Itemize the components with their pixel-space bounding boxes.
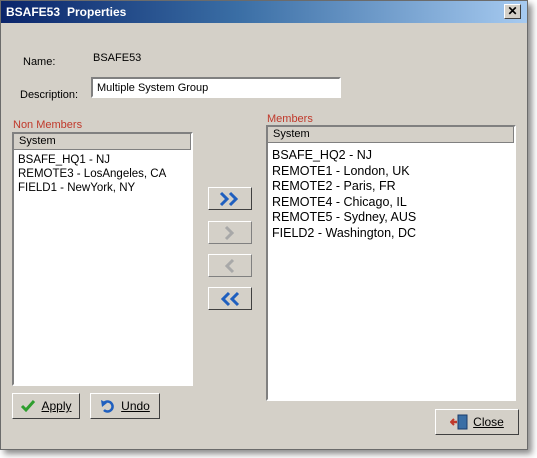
double-chevron-right-icon [219,191,239,206]
chevron-right-icon [224,225,235,240]
list-item[interactable]: REMOTE3 - LosAngeles, CA [18,167,191,181]
close-label: Close [473,415,504,429]
members-list[interactable]: System BSAFE_HQ2 - NJ REMOTE1 - London, U… [266,125,516,401]
undo-label: Undo [121,399,150,413]
description-label: Description: [20,89,79,101]
description-field[interactable]: Multiple System Group [91,77,341,98]
close-window-button[interactable]: ✕ [504,4,521,19]
members-label: Members [267,113,313,125]
chevron-left-icon [224,258,235,273]
apply-button[interactable]: Apply [12,393,80,419]
undo-icon [101,400,114,413]
non-members-list[interactable]: System BSAFE_HQ1 - NJ REMOTE3 - LosAngele… [12,132,193,386]
apply-label: Apply [41,399,72,413]
list-item[interactable]: REMOTE4 - Chicago, IL [272,195,514,211]
list-item[interactable]: BSAFE_HQ2 - NJ [272,148,514,164]
list-item[interactable]: REMOTE2 - Paris, FR [272,179,514,195]
list-item[interactable]: FIELD1 - NewYork, NY [18,181,191,195]
list-item[interactable]: REMOTE1 - London, UK [272,164,514,180]
non-members-column-header[interactable]: System [14,134,191,150]
list-item[interactable]: BSAFE_HQ1 - NJ [18,153,191,167]
name-label: Name: [23,56,56,68]
non-members-items: BSAFE_HQ1 - NJ REMOTE3 - LosAngeles, CA FI… [14,150,191,195]
remove-selected-button[interactable] [208,254,252,277]
window-name: BSAFE53 [6,5,61,19]
title-bar[interactable]: BSAFE53 Properties ✕ [1,1,527,23]
members-items: BSAFE_HQ2 - NJ REMOTE1 - London, UK REMOTE… [268,143,514,242]
close-button[interactable]: Close [435,409,519,435]
add-selected-button[interactable] [208,221,252,244]
name-value: BSAFE53 [93,52,142,64]
checkmark-icon [21,400,36,413]
window-title: Properties [67,5,127,19]
members-column-header[interactable]: System [268,127,514,143]
add-all-button[interactable] [208,187,252,210]
undo-button[interactable]: Undo [90,393,160,419]
double-chevron-left-icon [220,291,240,306]
properties-dialog: BSAFE53 Properties ✕ Name: BSAFE53 Descr… [0,0,528,450]
list-item[interactable]: FIELD2 - Washington, DC [272,226,514,242]
list-item[interactable]: REMOTE5 - Sydney, AUS [272,210,514,226]
exit-door-icon [450,414,468,430]
non-members-label: Non Members [13,119,83,131]
remove-all-button[interactable] [208,287,252,310]
